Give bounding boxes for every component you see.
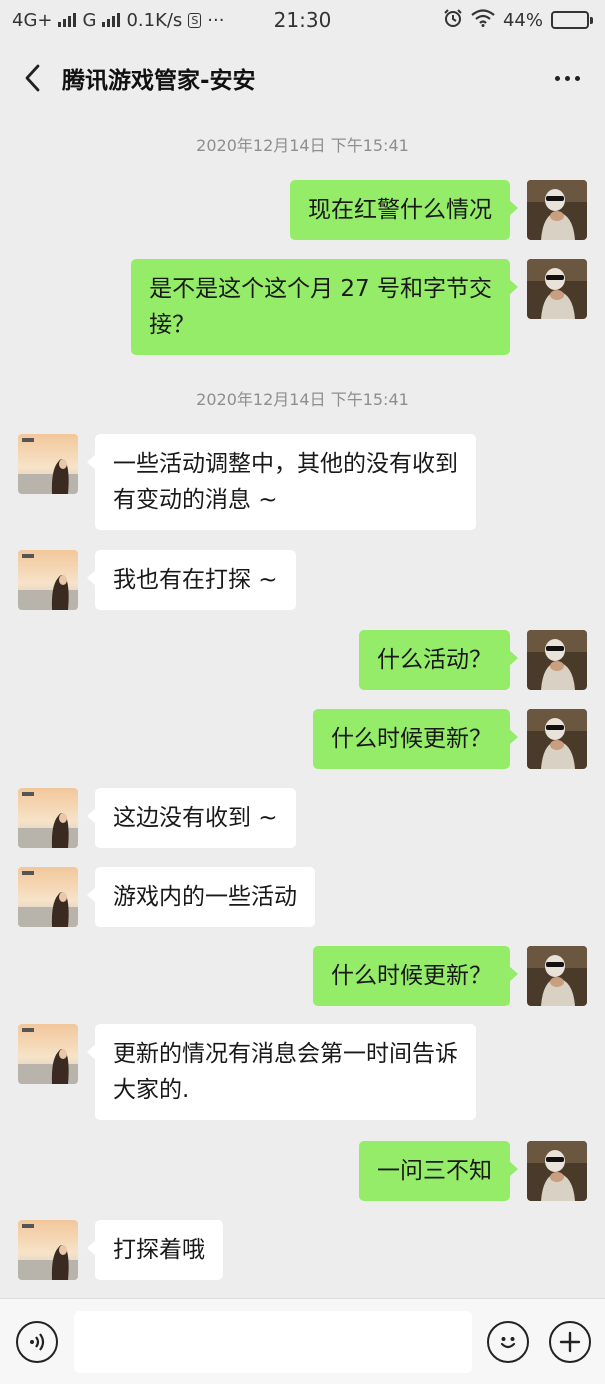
more-dots-icon bbox=[554, 75, 560, 81]
signal-icon-secondary bbox=[102, 13, 121, 27]
network-type-secondary: G bbox=[82, 9, 97, 31]
message-bubble-incoming[interactable]: 打探着哦 bbox=[87, 1220, 223, 1280]
avatar-contact[interactable] bbox=[18, 867, 78, 927]
message-bubble-incoming[interactable]: 一些活动调整中，其他的没有收到 有变动的消息 ~ bbox=[87, 434, 476, 530]
message-bubble-incoming[interactable]: 游戏内的一些活动 bbox=[87, 867, 315, 927]
message-bubble-outgoing[interactable]: 一问三不知 bbox=[359, 1141, 518, 1201]
avatar-self[interactable] bbox=[527, 630, 587, 690]
message-bubble-incoming[interactable]: 我也有在打探 ~ bbox=[87, 550, 296, 610]
status-left: 4G+ G 0.1K/s S ··· bbox=[12, 10, 224, 31]
status-right: 44% bbox=[443, 8, 593, 33]
avatar-self[interactable] bbox=[527, 1141, 587, 1201]
chat-header: 腾讯游戏管家-安安 bbox=[0, 40, 605, 116]
alarm-icon bbox=[443, 8, 463, 33]
avatar-contact[interactable] bbox=[18, 1024, 78, 1084]
avatar-self[interactable] bbox=[527, 946, 587, 1006]
avatar-contact[interactable] bbox=[18, 434, 78, 494]
avatar-contact[interactable] bbox=[18, 1220, 78, 1280]
message-timestamp: 2020年12月14日 下午15:41 bbox=[196, 136, 409, 155]
message-bubble-outgoing[interactable]: 是不是这个这个月 27 号和字节交 接？ bbox=[131, 259, 518, 355]
battery-icon bbox=[551, 11, 593, 29]
message-bubble-outgoing[interactable]: 什么时候更新？ bbox=[313, 946, 518, 1006]
message-input[interactable] bbox=[74, 1311, 472, 1373]
chat-title: 腾讯游戏管家-安安 bbox=[62, 68, 256, 94]
input-bar bbox=[0, 1298, 605, 1384]
emoji-button[interactable] bbox=[487, 1321, 529, 1363]
message-bubble-outgoing[interactable]: 现在红警什么情况 bbox=[290, 180, 518, 240]
status-bar: 4G+ G 0.1K/s S ··· 21:30 44% bbox=[0, 0, 605, 40]
message-bubble-incoming[interactable]: 这边没有收到 ~ bbox=[87, 788, 296, 848]
avatar-self[interactable] bbox=[527, 259, 587, 319]
voice-button[interactable] bbox=[16, 1321, 58, 1363]
avatar-self[interactable] bbox=[527, 180, 587, 240]
plus-icon bbox=[559, 1331, 581, 1353]
back-button[interactable] bbox=[18, 58, 46, 98]
network-type-primary: 4G+ bbox=[12, 9, 53, 31]
more-button[interactable] bbox=[547, 58, 587, 98]
status-more-icon: ··· bbox=[207, 9, 225, 31]
voice-icon bbox=[30, 1333, 45, 1351]
avatar-contact[interactable] bbox=[18, 550, 78, 610]
message-bubble-outgoing[interactable]: 什么活动？ bbox=[359, 630, 518, 690]
chevron-left-icon bbox=[25, 64, 40, 92]
message-bubble-incoming[interactable]: 更新的情况有消息会第一时间告诉 大家的. bbox=[87, 1024, 476, 1120]
avatar-contact[interactable] bbox=[18, 788, 78, 848]
battery-percent: 44% bbox=[502, 9, 543, 31]
message-bubble-outgoing[interactable]: 什么时候更新？ bbox=[313, 709, 518, 769]
more-functions-button[interactable] bbox=[549, 1321, 591, 1363]
avatar-self[interactable] bbox=[527, 709, 587, 769]
emoji-icon bbox=[500, 1337, 516, 1349]
s-badge-icon: S bbox=[188, 12, 202, 28]
network-speed: 0.1K/s bbox=[126, 9, 183, 31]
wifi-icon bbox=[471, 8, 495, 32]
signal-icon bbox=[58, 13, 77, 27]
message-timestamp: 2020年12月14日 下午15:41 bbox=[196, 390, 409, 409]
chat-area[interactable]: 2020年12月14日 下午15:41 现在红警什么情况 是不是这个这个月 27… bbox=[0, 116, 605, 1296]
